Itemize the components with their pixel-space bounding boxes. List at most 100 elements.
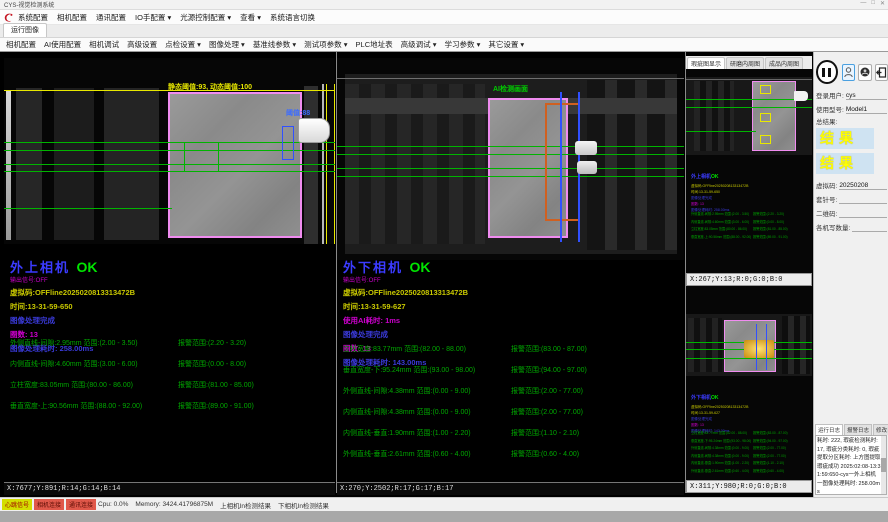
measure-label: 立柱宽度:83.05mm 范围:(80.00 - 86.00) — [10, 380, 178, 390]
yellow-roi — [760, 85, 771, 94]
log-tab-0[interactable]: 运行日志 — [815, 424, 843, 435]
result-badges: 结果结果 — [814, 126, 888, 178]
menu-item-2[interactable]: 通讯配置 — [96, 12, 126, 23]
user-icon — [844, 67, 853, 78]
toolbar-item-5[interactable]: 图像处理 ▾ — [209, 39, 245, 50]
toolbar-item-2[interactable]: 相机调试 — [89, 39, 119, 50]
left-coord-bar: X:7677;Y:891;R:14;G:14;B:14 — [4, 482, 335, 495]
sidebar-field: 各机写数量: — [816, 222, 887, 232]
field-label: 虚拟码: — [816, 180, 837, 190]
status-badge-0: 心跳信号 — [2, 499, 32, 510]
time-line: 时间:13-31-59-627 — [691, 411, 748, 416]
toolbar-item-10[interactable]: 学习参数 ▾ — [444, 39, 480, 50]
user-manage-button[interactable] — [858, 64, 871, 81]
thumb2-view[interactable]: 外下相机OK虚拟码:OFFline2025020813313472B时间:13-… — [686, 286, 812, 480]
field-label: 登录用户: — [816, 90, 844, 100]
tab-run-image[interactable]: 运行图像 — [3, 23, 47, 37]
status-bar: 心跳信号相机连接通讯连接 Cpu: 0.0% Memory: 3424.4179… — [0, 497, 888, 511]
toolbar-item-1[interactable]: AI使用配置 — [44, 39, 81, 50]
minimize-button[interactable]: — — [860, 0, 866, 7]
log-tab-2[interactable]: 修改日志 — [873, 424, 888, 435]
measure-alarm: 报警范围:(83.00 - 87.00) — [753, 430, 788, 435]
threshold-overlay-label: 静态阈值:93, 动态阈值:100 — [168, 82, 252, 92]
menu-items: 系统配置相机配置通讯配置 IO手配置 ▾ 光源控制配置 ▾ 查看 ▾ 系统语言切换 — [18, 12, 324, 23]
toolbar-item-7[interactable]: 测试项参数 ▾ — [304, 39, 347, 50]
field-label: 使用型号: — [816, 104, 844, 114]
menu-item-5[interactable]: 查看 ▾ — [240, 12, 261, 23]
middle-camera-view[interactable]: AI检测画面 — [337, 58, 684, 260]
application-window: CYS-视觉检测系统 — □ ✕ 系统配置相机配置通讯配置IO手配置 ▾光源控制… — [0, 0, 888, 522]
sidebar-field: 使用型号:Model1 — [816, 104, 887, 114]
thumbnail-tabs: 瑕疵图显示研磨内周图成品内周图 — [686, 56, 812, 69]
menu-item-4[interactable]: 光源控制配置 ▾ — [180, 12, 231, 23]
menu-item-3[interactable]: IO手配置 ▾ — [135, 12, 171, 23]
sidebar-field: 套针号: — [816, 194, 887, 204]
measure-row: 内侧直线-间隙:4.38mm 范围:(0.00 - 9.00)报警范围:(2.0… — [691, 453, 809, 458]
menu-item-6[interactable]: 系统语言切换 — [270, 12, 315, 23]
logout-icon — [876, 67, 887, 78]
measure-alarm: 报警范围:(81.00 - 85.00) — [178, 380, 254, 390]
measure-label: 外侧直线-间隙:4.38mm 范围:(0.00 - 9.00) — [691, 445, 753, 450]
toolbar-item-11[interactable]: 其它设置 ▾ — [488, 39, 524, 50]
toolbar-item-3[interactable]: 高级设置 — [127, 39, 157, 50]
measure-row: 立柱宽度:83.05mm 范围:(80.00 - 86.00)报警范围:(81.… — [691, 226, 809, 231]
count-line: 圈数: 13 — [691, 202, 748, 207]
status-extra-0: 上相机In检测结果 — [220, 500, 271, 510]
process-done-line: 图像处理完成 — [343, 329, 681, 340]
toolbar-item-8[interactable]: PLC地址表 — [356, 39, 393, 50]
field-label: 二维码: — [816, 208, 837, 218]
thumb-tab-0[interactable]: 瑕疵图显示 — [687, 57, 725, 69]
log-area[interactable]: 耗时: 222, 瑕疵检测耗时: 17, 瑕疵分类耗时: 0, 瑕疵提取分区耗时… — [815, 435, 887, 495]
log-tab-1[interactable]: 报警日志 — [844, 424, 872, 435]
bright-rail — [6, 90, 11, 240]
blue-overlay-label: 阈值:88 — [286, 108, 310, 118]
measure-row: 立柱宽度:83.05mm 范围:(80.00 - 86.00)报警范围:(81.… — [10, 380, 332, 390]
measure-label: 立柱宽度:83.77mm 范围:(82.00 - 88.00) — [343, 344, 511, 354]
camera-name: 外上相机 — [691, 174, 711, 180]
left-camera-view[interactable]: 静态阈值:93, 动态阈值:100 阈值:88 — [4, 58, 335, 244]
toolbar-item-6[interactable]: 基准线参数 ▾ — [253, 39, 296, 50]
camera-status: OK — [76, 259, 97, 275]
measure-label: 垂直宽度-上:90.56mm 范围:(88.00 - 92.00) — [691, 234, 753, 239]
user-dark-icon — [860, 67, 870, 77]
close-button[interactable]: ✕ — [880, 0, 885, 7]
toolbar-item-0[interactable]: 相机配置 — [6, 39, 36, 50]
menu-item-0[interactable]: 系统配置 — [18, 12, 48, 23]
sidebar-fields-top: 登录用户:cys 使用型号:Model1 — [814, 90, 888, 118]
memory-label: Memory: 3424.41796875M — [135, 501, 213, 508]
barcode-line: 虚拟码:OFFline2025020813313472B — [10, 287, 332, 298]
toolbar-item-4[interactable]: 点检设置 ▾ — [165, 39, 201, 50]
measure-alarm: 报警范围:(89.00 - 91.00) — [753, 234, 788, 239]
measure-row: 垂直宽度-下:95.24mm 范围:(93.00 - 98.00)报警范围:(9… — [343, 365, 681, 375]
measure-label: 立柱宽度:83.05mm 范围:(80.00 - 86.00) — [691, 226, 753, 231]
measure-alarm: 报警范围:(2.00 - 77.00) — [511, 386, 583, 396]
thumb-tab-1[interactable]: 研磨内周图 — [726, 57, 764, 69]
menu-item-1[interactable]: 相机配置 — [57, 12, 87, 23]
thumb1-view[interactable]: 外上相机OK虚拟码:OFFline2025020813313472B时间:13-… — [686, 69, 812, 273]
measure-alarm: 报警范围:(1.10 - 2.10) — [511, 428, 579, 438]
maximize-button[interactable]: □ — [871, 0, 875, 7]
user-login-button[interactable] — [842, 64, 855, 81]
process-done-line: 图像处理完成 — [691, 196, 748, 201]
log-scrollbar[interactable] — [881, 436, 886, 494]
pause-button[interactable] — [816, 60, 838, 84]
measure-row: 内侧直线-间隙:4.60mm 范围:(3.00 - 6.00)报警范围:(0.0… — [10, 359, 332, 369]
barcode-line: 虚拟码:OFFline2025020813313472B — [691, 184, 748, 189]
toolbar: 相机配置 AI使用配置相机调试高级设置点检设置 ▾ 图像处理 ▾ 基准线参数 ▾ 测试项… — [0, 38, 888, 52]
barcode-line: 虚拟码:OFFline2025020813313472B — [343, 287, 681, 298]
time-line: 时间:13-31-59-627 — [343, 301, 681, 312]
camera-name: 外上相机 — [10, 260, 70, 275]
measure-label: 外侧直线-垂直:2.61mm 范围:(0.60 - 4.00) — [691, 468, 753, 473]
logout-button[interactable] — [875, 64, 888, 81]
toolbar-item-9[interactable]: 高级调试 ▾ — [401, 39, 437, 50]
sidebar-field: 登录用户:cys — [816, 90, 887, 100]
process-done-line: 图像处理完成 — [10, 315, 332, 326]
sidebar: 登录用户:cys使用型号:Model1 总结果: 结果结果 虚拟码:202502… — [813, 52, 888, 497]
measure-label: 外侧直线-间隙:2.95mm 范围:(2.00 - 3.50) — [691, 211, 753, 216]
measure-alarm: 报警范围:(94.00 - 97.00) — [511, 365, 587, 375]
thumb-tab-2[interactable]: 成品内周图 — [765, 57, 803, 69]
left-measure-rows: 外侧直线-间隙:2.95mm 范围:(2.00 - 3.50)报警范围:(2.2… — [10, 338, 332, 422]
measure-row: 外侧直线-垂直:2.61mm 范围:(0.60 - 4.00)报警范围:(0.6… — [343, 449, 681, 459]
sidebar-buttons — [816, 58, 888, 86]
measure-row: 内侧直线-垂直:1.90mm 范围:(1.00 - 2.20)报警范围:(1.1… — [691, 460, 809, 465]
